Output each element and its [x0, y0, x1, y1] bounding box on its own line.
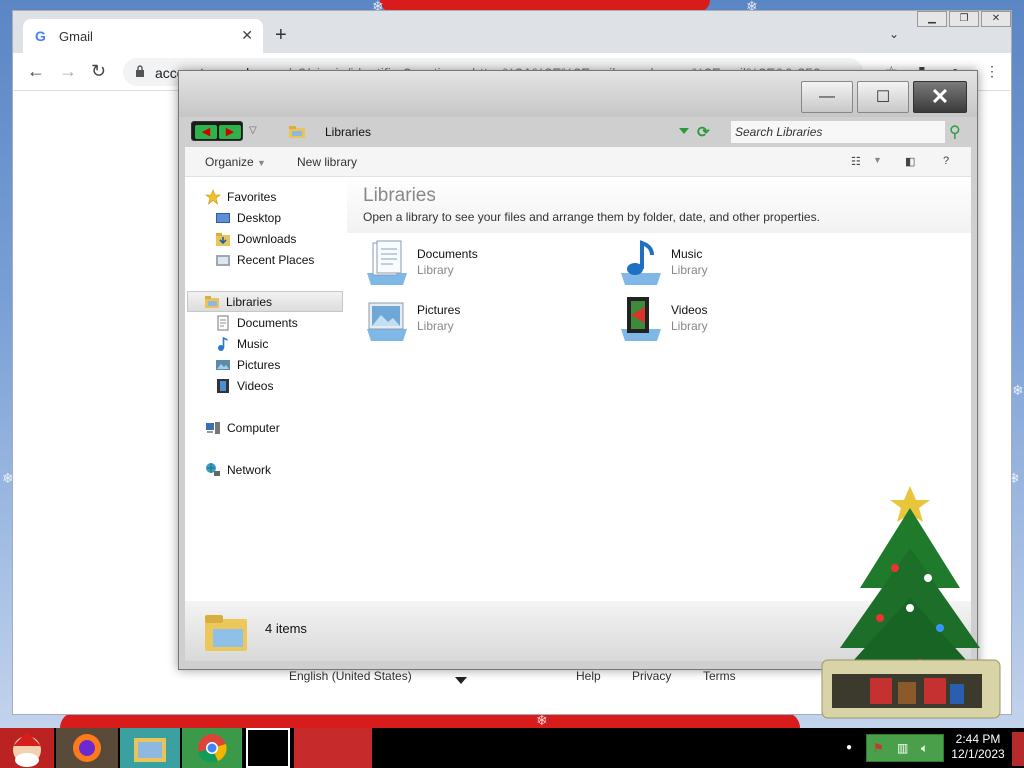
- christmas-tree-gadget[interactable]: [800, 478, 1020, 728]
- videos-library-icon: [621, 297, 661, 341]
- item-count: 4 items: [265, 621, 307, 636]
- close-icon: ✕: [930, 84, 950, 109]
- help-icon[interactable]: ?: [943, 155, 949, 167]
- recent-pages-chevron-icon[interactable]: ▽: [249, 125, 257, 136]
- taskbar-cmd[interactable]: [246, 728, 290, 768]
- page-title: Libraries: [363, 185, 436, 206]
- close-window-icon[interactable]: ✕: [981, 11, 1011, 27]
- back-forward-buttons: ◀ ▶: [191, 121, 243, 141]
- privacy-link[interactable]: Privacy: [632, 669, 671, 683]
- documents-library-icon: [367, 240, 407, 285]
- minimize-button[interactable]: —: [801, 81, 853, 113]
- santa-start-icon: [13, 732, 41, 767]
- organize-button[interactable]: Organize ▼: [205, 155, 266, 169]
- network-tray-icon[interactable]: ▥: [897, 741, 908, 755]
- tab-strip: G Gmail ✕ + ⌄ ▁ ❐ ✕: [13, 11, 1011, 53]
- back-icon[interactable]: ←: [27, 61, 45, 81]
- videos-icon: [217, 379, 229, 393]
- desktop-icon: [216, 213, 230, 223]
- taskbar-firefox[interactable]: [56, 728, 118, 768]
- lock-icon: [136, 65, 144, 77]
- new-tab-button[interactable]: +: [275, 25, 287, 45]
- start-button[interactable]: [0, 728, 54, 768]
- firefox-icon: [73, 734, 101, 762]
- refresh-icon[interactable]: ⟳: [697, 123, 710, 141]
- notification-dot-icon[interactable]: ●: [846, 742, 852, 753]
- terms-link[interactable]: Terms: [703, 669, 736, 683]
- minimize-icon: —: [819, 88, 835, 105]
- library-music[interactable]: Music Library: [617, 239, 837, 289]
- taskbar: ● ⚑ ▥ 🔈︎ 2:44 PM 12/1/2023: [0, 728, 1024, 768]
- documents-icon: [217, 315, 229, 331]
- libraries-header: Libraries Open a library to see your fil…: [347, 177, 971, 233]
- tab-title: Gmail: [59, 29, 93, 44]
- view-options-icon[interactable]: ☷: [851, 155, 861, 168]
- tab-gmail[interactable]: G Gmail ✕: [23, 19, 263, 53]
- language-dropdown-icon[interactable]: [455, 677, 467, 684]
- google-icon: G: [35, 28, 46, 44]
- new-library-button[interactable]: New library: [297, 155, 357, 169]
- navigation-pane: Favorites Desktop Downloads Recent Place…: [185, 177, 347, 601]
- taskbar-explorer[interactable]: [120, 728, 180, 768]
- forward-icon[interactable]: →: [59, 61, 77, 81]
- search-input[interactable]: Search Libraries: [731, 121, 945, 143]
- search-icon[interactable]: ⚲: [949, 122, 961, 142]
- taskbar-chrome[interactable]: [182, 728, 242, 768]
- flag-icon[interactable]: ⚑: [873, 741, 884, 755]
- chrome-icon: [198, 734, 227, 763]
- libraries-folder-icon: [205, 615, 247, 651]
- library-documents[interactable]: Documents Library: [363, 239, 583, 289]
- taskbar-window[interactable]: [294, 728, 372, 768]
- star-icon: [205, 189, 221, 205]
- recent-places-icon: [216, 255, 230, 266]
- library-pictures[interactable]: Pictures Library: [363, 295, 583, 345]
- close-button[interactable]: ✕: [913, 81, 967, 113]
- maximize-icon[interactable]: ❐: [949, 11, 979, 27]
- maximize-icon: ☐: [875, 89, 891, 106]
- clock[interactable]: 2:44 PM 12/1/2023: [948, 732, 1008, 762]
- nav-libraries[interactable]: Libraries: [187, 291, 343, 312]
- address-row: ◀ ▶ ▽ Libraries ⟳ Search Libraries ⚲: [179, 117, 977, 147]
- back-button[interactable]: ◀: [195, 125, 217, 139]
- menu-icon[interactable]: ⋮: [985, 63, 999, 80]
- music-library-icon: [621, 240, 661, 285]
- tab-search-chevron-icon[interactable]: ⌄: [889, 27, 899, 41]
- language-selector[interactable]: English (United States): [289, 669, 412, 683]
- libraries-folder-icon: [289, 126, 305, 138]
- maximize-button[interactable]: ☐: [857, 81, 909, 113]
- system-tray: ⚑ ▥ 🔈︎: [866, 734, 944, 762]
- address-dropdown-icon[interactable]: [679, 128, 689, 134]
- search-placeholder: Search Libraries: [735, 125, 823, 139]
- library-videos[interactable]: Videos Library: [617, 295, 837, 345]
- pictures-icon: [216, 360, 230, 370]
- folder-icon: [134, 738, 166, 762]
- command-bar: Organize ▼ New library ☷ ▼ ◧ ?: [185, 147, 971, 177]
- explorer-titlebar[interactable]: — ☐ ✕: [179, 71, 977, 117]
- reload-icon[interactable]: ↻: [91, 61, 106, 81]
- close-tab-icon[interactable]: ✕: [241, 27, 253, 44]
- snowflake-icon: ❄: [1012, 382, 1024, 398]
- address-breadcrumb[interactable]: Libraries: [325, 125, 371, 139]
- forward-button[interactable]: ▶: [219, 125, 241, 139]
- view-chevron-icon[interactable]: ▼: [873, 155, 882, 165]
- minimize-icon[interactable]: ▁: [917, 11, 947, 27]
- music-icon: [218, 336, 228, 351]
- volume-icon[interactable]: 🔈︎: [921, 741, 928, 756]
- libraries-icon: [205, 296, 219, 308]
- preview-pane-icon[interactable]: ◧: [905, 155, 915, 168]
- help-link[interactable]: Help: [576, 669, 601, 683]
- network-icon: [206, 463, 220, 476]
- show-desktop-button[interactable]: [1012, 732, 1024, 766]
- pictures-library-icon: [367, 302, 407, 341]
- page-description: Open a library to see your files and arr…: [363, 210, 820, 224]
- computer-icon: [206, 422, 220, 434]
- downloads-folder-icon: [216, 233, 230, 246]
